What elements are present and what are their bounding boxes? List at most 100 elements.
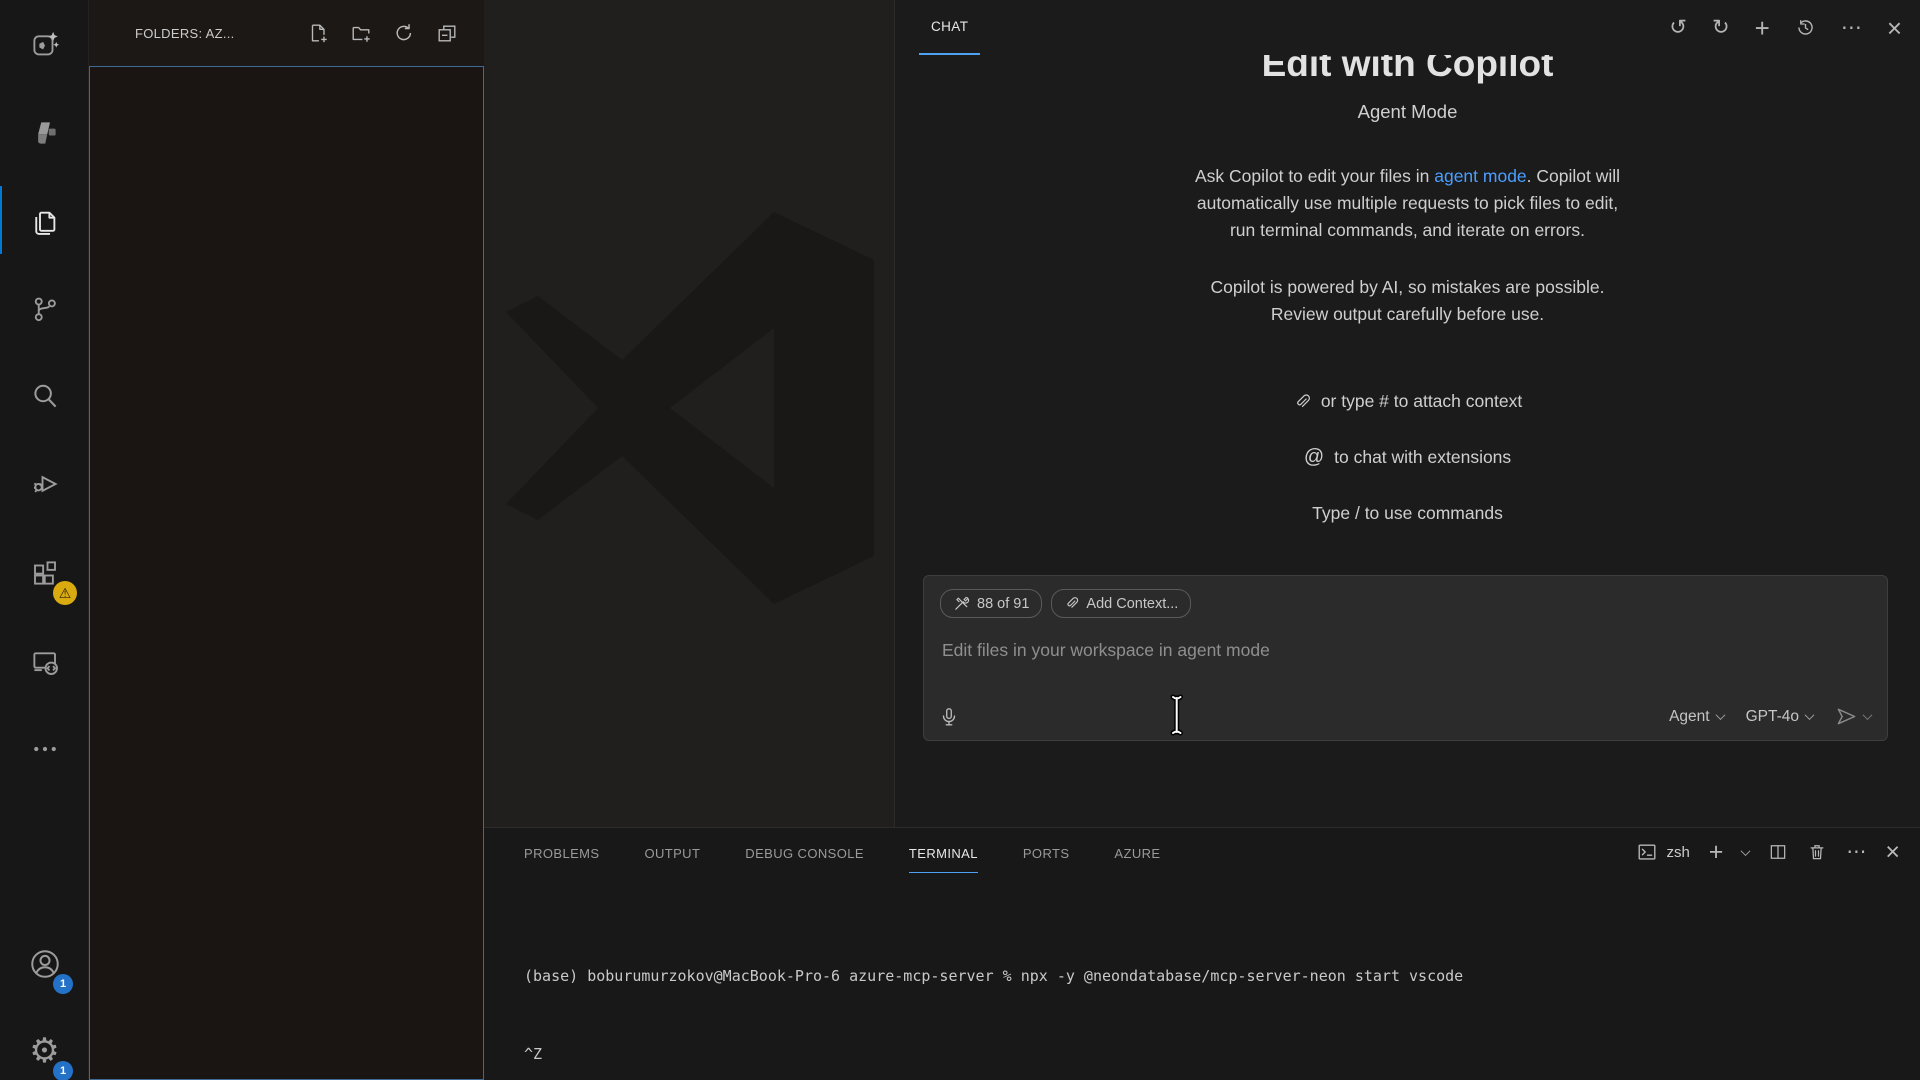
ellipsis-icon xyxy=(30,734,60,764)
settings-count-badge: 1 xyxy=(53,1061,73,1080)
history-icon[interactable] xyxy=(1795,17,1816,38)
close-icon[interactable]: × xyxy=(1887,15,1902,41)
terminal-shell-chip[interactable]: zsh xyxy=(1636,841,1689,863)
chat-welcome-title: Edit with Copilot xyxy=(895,55,1920,85)
chevron-down-icon xyxy=(1863,710,1873,720)
chat-header-actions: ↺ ↻ + ⋯ × xyxy=(1669,0,1902,55)
more-actions-icon[interactable]: ⋯ xyxy=(1846,842,1866,862)
activity-extension-logo-button[interactable] xyxy=(0,107,89,159)
chat-caution-paragraph: Copilot is powered by AI, so mistakes ar… xyxy=(895,274,1920,328)
redo-icon[interactable]: ↻ xyxy=(1712,17,1730,38)
tab-output[interactable]: OUTPUT xyxy=(644,831,700,873)
caution-text: Review output carefully before use. xyxy=(1271,304,1544,324)
tab-azure[interactable]: AZURE xyxy=(1114,831,1160,873)
collapse-folders-icon[interactable] xyxy=(436,22,458,44)
refresh-icon[interactable] xyxy=(393,22,415,44)
terminal-output[interactable]: (base) boburumurzokov@MacBook-Pro-6 azur… xyxy=(524,911,1910,1080)
accounts-button[interactable]: 1 xyxy=(0,938,89,990)
vscode-window: ⚠ xyxy=(0,0,1920,1080)
extension-logo-icon xyxy=(30,118,60,148)
panel-tabs: PROBLEMS OUTPUT DEBUG CONSOLE TERMINAL P… xyxy=(524,828,1160,876)
hint-slash-commands: Type / to use commands xyxy=(895,500,1920,527)
activity-explorer-button[interactable] xyxy=(0,196,89,248)
add-context-label: Add Context... xyxy=(1086,596,1178,612)
sidebar-actions xyxy=(307,0,458,66)
tools-count-button[interactable]: 88 of 91 xyxy=(940,589,1042,618)
chat-intro-paragraph: Ask Copilot to edit your files in agent … xyxy=(895,163,1920,244)
new-file-icon[interactable] xyxy=(307,22,329,44)
chat-input-box[interactable]: 88 of 91 Add Context... Edit files in yo… xyxy=(923,575,1888,741)
chat-header: CHAT ↺ ↻ + ⋯ × xyxy=(895,0,1920,55)
intro-text: automatically use multiple requests to p… xyxy=(1197,193,1618,213)
activity-copilot-button[interactable] xyxy=(0,19,89,71)
chat-panel: CHAT ↺ ↻ + ⋯ × Edit with Copilot Agent M… xyxy=(894,0,1920,827)
tab-debug-console[interactable]: DEBUG CONSOLE xyxy=(745,831,864,873)
activity-source-control-button[interactable] xyxy=(0,283,89,335)
close-panel-icon[interactable]: × xyxy=(1885,840,1900,865)
settings-button[interactable]: ⚙ 1 xyxy=(0,1025,89,1077)
terminal-line: ^Z xyxy=(524,1041,1910,1067)
hint-text: Type / to use commands xyxy=(1312,503,1503,524)
tools-icon xyxy=(953,595,970,612)
caution-text: Copilot is powered by AI, so mistakes ar… xyxy=(1211,277,1605,297)
chevron-down-icon[interactable] xyxy=(1741,846,1751,856)
microphone-icon[interactable] xyxy=(938,706,960,728)
activity-extensions-button[interactable]: ⚠ xyxy=(0,547,89,599)
split-terminal-icon[interactable] xyxy=(1768,842,1788,862)
explorer-sidebar: FOLDERS: AZ... xyxy=(89,0,484,1080)
add-context-button[interactable]: Add Context... xyxy=(1051,589,1191,618)
new-folder-icon[interactable] xyxy=(350,22,372,44)
send-icon xyxy=(1835,705,1858,728)
hint-attach-context: or type # to attach context xyxy=(895,388,1920,415)
mode-picker[interactable]: Agent xyxy=(1669,708,1724,726)
terminal-icon xyxy=(1636,841,1658,863)
at-icon: @ xyxy=(1304,446,1324,469)
activity-run-debug-button[interactable] xyxy=(0,458,89,510)
send-button[interactable] xyxy=(1835,705,1871,728)
agent-mode-link[interactable]: agent mode xyxy=(1434,166,1526,186)
model-picker[interactable]: GPT-4o xyxy=(1746,708,1813,726)
chat-input-toolbar: 88 of 91 Add Context... xyxy=(940,589,1191,618)
debug-icon xyxy=(30,469,60,499)
editor-area[interactable] xyxy=(484,0,894,827)
chat-input-controls: Agent GPT-4o xyxy=(1669,705,1871,728)
tab-ports[interactable]: PORTS xyxy=(1023,831,1070,873)
accounts-count-badge: 1 xyxy=(53,974,73,994)
intro-text: Ask Copilot to edit your files in xyxy=(1195,166,1434,186)
chat-input-placeholder[interactable]: Edit files in your workspace in agent mo… xyxy=(942,640,1270,661)
git-branch-icon xyxy=(30,294,60,324)
hint-text: or type # to attach context xyxy=(1321,391,1522,412)
intro-text: run terminal commands, and iterate on er… xyxy=(1230,220,1585,240)
chevron-down-icon xyxy=(1715,710,1725,720)
sidebar-title: FOLDERS: AZ... xyxy=(135,26,235,41)
tools-count-label: 88 of 91 xyxy=(977,596,1029,612)
tab-chat[interactable]: CHAT xyxy=(919,0,980,55)
activity-bar: ⚠ xyxy=(0,0,89,1080)
paperclip-icon xyxy=(1293,393,1311,411)
hint-text: to chat with extensions xyxy=(1334,447,1511,468)
paperclip-icon xyxy=(1064,596,1079,611)
hint-chat-extensions: @ to chat with extensions xyxy=(895,444,1920,471)
files-icon xyxy=(30,207,60,237)
vscode-logo-watermark xyxy=(490,208,890,608)
activity-more-button[interactable] xyxy=(0,723,89,775)
search-icon xyxy=(30,381,60,411)
extensions-icon xyxy=(30,558,60,588)
tab-problems[interactable]: PROBLEMS xyxy=(524,831,599,873)
copilot-sparkle-icon xyxy=(30,30,60,60)
new-chat-icon[interactable]: + xyxy=(1755,15,1770,41)
intro-text: . Copilot will xyxy=(1527,166,1620,186)
tab-terminal[interactable]: TERMINAL xyxy=(909,831,978,873)
trash-icon[interactable] xyxy=(1807,842,1827,862)
shell-name-label: zsh xyxy=(1666,844,1689,861)
new-terminal-icon[interactable]: + xyxy=(1709,840,1724,865)
model-label: GPT-4o xyxy=(1746,708,1799,726)
chat-welcome-subtitle: Agent Mode xyxy=(895,101,1920,123)
undo-icon[interactable]: ↺ xyxy=(1669,17,1687,38)
activity-search-button[interactable] xyxy=(0,370,89,422)
activity-remote-explorer-button[interactable] xyxy=(0,636,89,688)
folder-tree-area[interactable] xyxy=(89,66,484,1080)
mode-label: Agent xyxy=(1669,708,1710,726)
more-actions-icon[interactable]: ⋯ xyxy=(1841,17,1862,38)
extensions-warning-badge: ⚠ xyxy=(53,581,77,605)
